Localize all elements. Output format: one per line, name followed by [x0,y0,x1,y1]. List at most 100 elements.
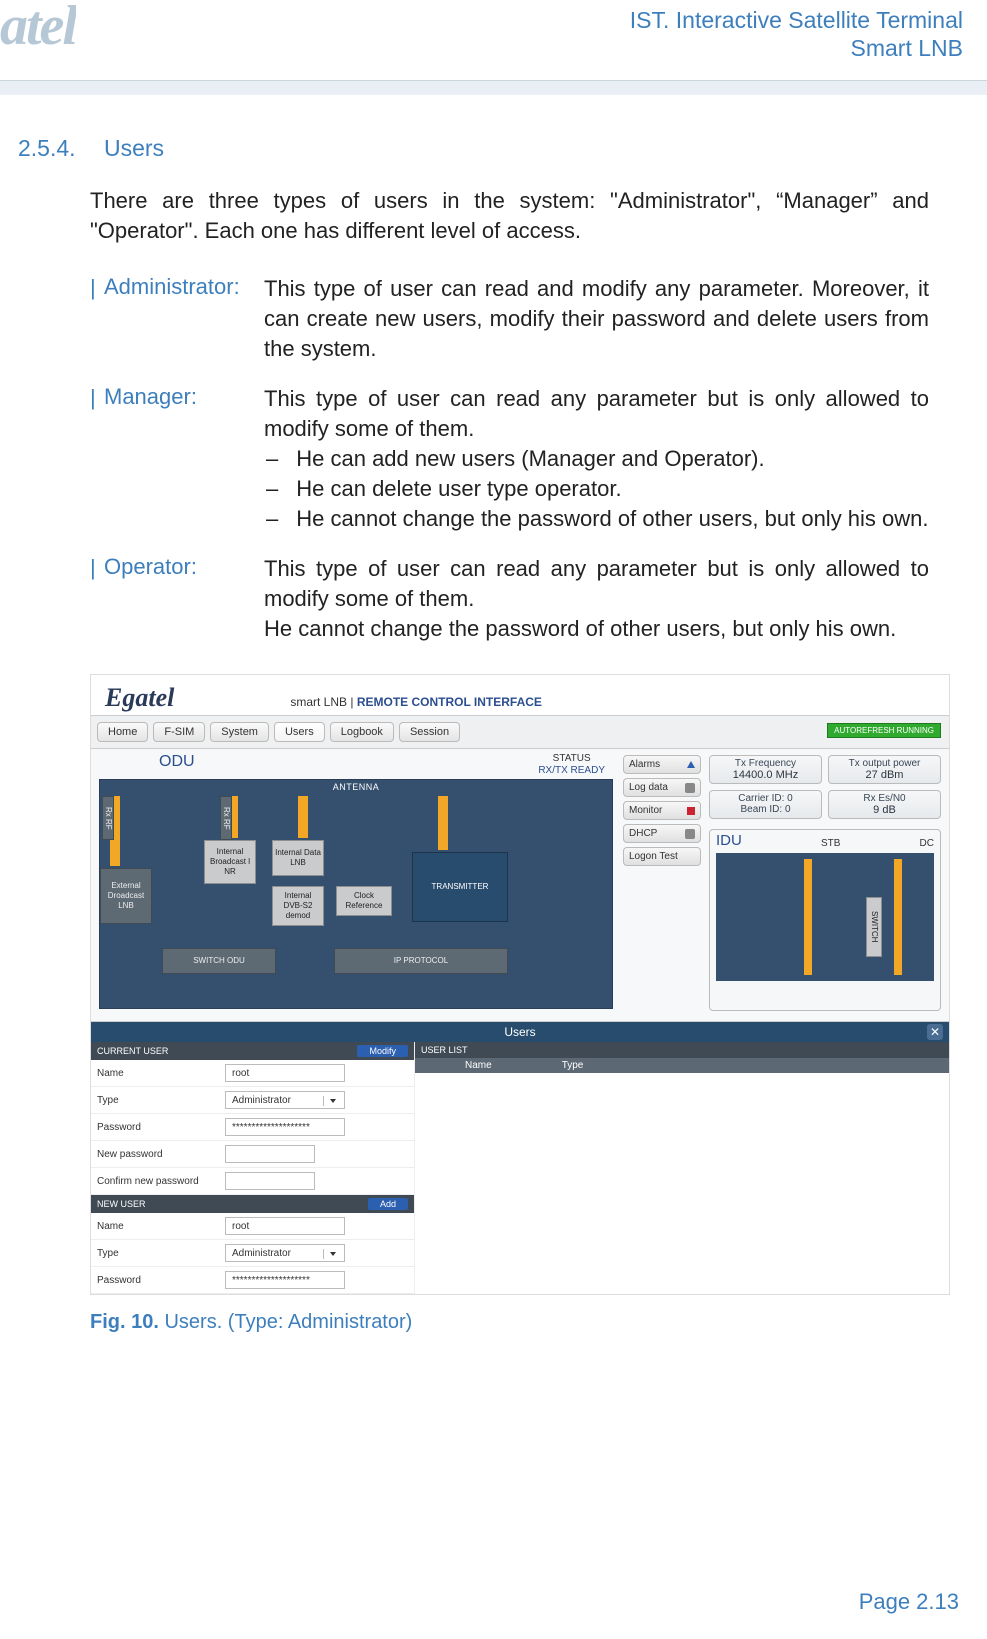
tab-home[interactable]: Home [97,722,148,742]
idu-diagram: SWITCH [716,853,934,981]
chevron-down-icon [330,1252,336,1256]
label-name: Name [97,1068,225,1079]
chevron-down-icon [330,1099,336,1103]
idu-dc-label: DC [920,838,934,849]
user-list-columns: Name Type [415,1058,949,1073]
dhcp-icon [685,829,695,839]
tab-logbook[interactable]: Logbook [330,722,394,742]
tab-users[interactable]: Users [274,722,325,742]
password-field[interactable]: ******************** [225,1118,345,1136]
role-desc: This type of user can read and modify an… [264,274,929,364]
tab-fsim[interactable]: F-SIM [153,722,205,742]
newuser-name-field[interactable]: root [225,1217,345,1235]
role-bar: | [90,384,94,534]
page-header: atel IST. Interactive Satellite Terminal… [0,0,987,72]
logdata-icon [685,783,695,793]
header-band [0,81,987,95]
alarm-icon [687,761,695,768]
logontest-button[interactable]: Logon Test [623,847,701,866]
idu-stb-label: STB [821,838,840,849]
block-dvb-demod: Internal DVB-S2 demod [272,886,324,926]
role-manager-b3: He cannot change the password of other u… [296,504,928,534]
label-newpwd: New password [97,1149,225,1160]
user-list-col: USER LIST Name Type [415,1042,949,1294]
header-titles: IST. Interactive Satellite Terminal Smar… [630,6,963,62]
block-switch-odu: SWITCH ODU [162,948,276,974]
odu-column: ODU STATUS RX/TX READY ANTENNA External … [91,749,617,1021]
rxrf-label-2: Rx RF [220,796,232,840]
antenna-bar: ANTENNA [100,780,612,794]
side-buttons: Alarms Log data Monitor DHCP Logon Test [623,755,701,1011]
label-password2: Password [97,1275,225,1286]
role-desc: This type of user can read any parameter… [264,554,929,644]
stat-rx-esn0: Rx Es/N0 9 dB [828,790,941,819]
status-box: STATUS RX/TX READY [538,753,605,777]
type-select[interactable]: Administrator [225,1091,345,1109]
tab-session[interactable]: Session [399,722,460,742]
alarms-button[interactable]: Alarms [623,755,701,774]
current-user-header: CURRENT USER Modify [91,1042,414,1060]
idu-switch-block: SWITCH [866,897,882,957]
page-footer: Page 2.13 [859,1589,959,1615]
ss-header: Egatel smart LNB | REMOTE CONTROL INTERF… [91,675,949,715]
modify-button[interactable]: Modify [357,1045,408,1057]
block-ip-protocol: IP PROTOCOL [334,948,508,974]
role-bar: | [90,554,94,644]
role-desc: This type of user can read any parameter… [264,384,929,534]
label-confpwd: Confirm new password [97,1176,225,1187]
add-button[interactable]: Add [368,1198,408,1210]
stat-tx-output-power: Tx output power 27 dBm [828,755,941,784]
section-title: Users [104,135,164,162]
tab-system[interactable]: System [210,722,269,742]
figure-caption: Fig. 10. Users. (Type: Administrator) [90,1311,929,1334]
dhcp-button[interactable]: DHCP [623,824,701,843]
monitor-icon [687,807,695,815]
block-clock: Clock Reference [336,886,392,916]
section-heading: 2.5.4. Users [18,135,929,162]
confpwd-field[interactable] [225,1172,315,1190]
role-manager-intro: This type of user can read any parameter… [264,384,929,444]
role-label: Operator: [104,554,254,644]
role-label: Manager: [104,384,254,534]
newuser-password-field[interactable]: ******************** [225,1271,345,1289]
col-name: Name [465,1060,492,1071]
close-icon[interactable]: ✕ [927,1024,943,1040]
user-list-header: USER LIST [415,1042,949,1058]
block-internal-broadcast: Internal Broadcast l NR [204,840,256,884]
stat-tx-frequency: Tx Frequency 14400.0 MHz [709,755,822,784]
ss-subtitle-b: REMOTE CONTROL INTERFACE [357,695,542,709]
stat-carrier-beam: Carrier ID: 0 Beam ID: 0 [709,790,822,819]
idu-title: IDU [716,832,742,849]
name-field[interactable]: root [225,1064,345,1082]
ss-subtitle-a: smart LNB | [290,695,356,709]
brand-logo-partial: atel [0,0,76,58]
col-type: Type [562,1060,584,1071]
newpwd-field[interactable] [225,1145,315,1163]
users-panel-title: Users ✕ [91,1022,949,1042]
block-internal-data-lnb: Internal Data LNB [272,840,324,876]
monitor-button[interactable]: Monitor [623,801,701,820]
role-manager: | Manager: This type of user can read an… [90,384,929,534]
block-external-lnb: External Droadcast LNB [100,868,152,924]
intro-paragraph: There are three types of users in the sy… [90,186,929,246]
rxrf-label-1: Rx RF [102,796,114,840]
block-transmitter: TRANSMITTER [412,852,508,922]
role-label: Administrator: [104,274,254,364]
logdata-button[interactable]: Log data [623,778,701,797]
ss-subtitle: smart LNB | REMOTE CONTROL INTERFACE [290,695,542,709]
role-manager-b2: He can delete user type operator. [296,474,621,504]
idu-box: IDU STB DC SWITCH [709,829,941,1011]
label-password: Password [97,1122,225,1133]
role-operator-p1: This type of user can read any parameter… [264,554,929,614]
label-name2: Name [97,1221,225,1232]
figure-text: Users. (Type: Administrator) [164,1311,412,1333]
main-area: ODU STATUS RX/TX READY ANTENNA External … [91,749,949,1022]
odu-diagram: ANTENNA External Droadcast LNB Internal … [99,779,613,1009]
embedded-screenshot: Egatel smart LNB | REMOTE CONTROL INTERF… [90,674,950,1295]
right-column: Alarms Log data Monitor DHCP Logon Test … [617,749,949,1021]
status-label: STATUS [538,753,605,765]
users-forms: CURRENT USER Modify Nameroot TypeAdminis… [91,1042,949,1294]
label-type: Type [97,1095,225,1106]
role-manager-b1: He can add new users (Manager and Operat… [296,444,764,474]
newuser-type-select[interactable]: Administrator [225,1244,345,1262]
